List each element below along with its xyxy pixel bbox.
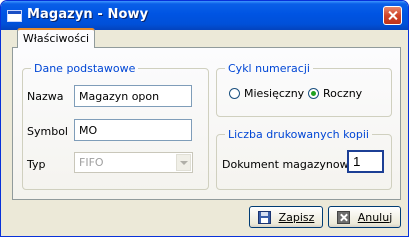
dialog-window: Magazyn - Nowy Właściwości Dane podstawo… [0, 0, 409, 237]
type-select[interactable]: FIFO [74, 152, 193, 173]
window-app-icon [7, 10, 22, 22]
tab-panel: Dane podstawowe Nazwa Symbol Typ FIFO Cy… [12, 47, 401, 200]
tab-label: Właściwości [22, 32, 90, 45]
title-bar[interactable]: Magazyn - Nowy [1, 1, 408, 30]
basic-data-legend: Dane podstawowe [34, 62, 136, 75]
document-copies-label: Dokument magazynowy [222, 158, 356, 171]
symbol-input[interactable] [74, 119, 192, 141]
radio-yearly-indicator[interactable] [308, 88, 319, 99]
radio-monthly-label: Miesięczny [244, 87, 305, 100]
cancel-button[interactable]: Anuluj [328, 206, 401, 228]
window-title: Magazyn - Nowy [27, 7, 149, 22]
tab-properties[interactable]: Właściwości [17, 28, 95, 48]
cancel-x-icon [336, 210, 350, 224]
close-button[interactable] [383, 6, 402, 25]
type-select-value: FIFO [79, 156, 104, 169]
name-label: Nazwa [27, 90, 64, 103]
radio-monthly[interactable]: Miesięczny [229, 87, 304, 100]
radio-yearly-label: Roczny [323, 87, 363, 100]
symbol-label: Symbol [27, 125, 68, 138]
name-input[interactable] [74, 85, 192, 107]
save-button[interactable]: Zapisz [249, 206, 323, 228]
radio-monthly-indicator[interactable] [229, 88, 240, 99]
document-copies-input[interactable] [347, 150, 384, 173]
chevron-down-icon[interactable] [176, 154, 191, 171]
print-copies-legend: Liczba drukowanych kopii [228, 128, 369, 141]
save-button-label: Zapisz [278, 210, 315, 224]
floppy-disk-icon [257, 210, 271, 224]
type-label: Typ [27, 158, 46, 171]
cancel-button-label: Anuluj [357, 210, 393, 224]
radio-yearly[interactable]: Roczny [308, 87, 362, 100]
numbering-cycle-legend: Cykl numeracji [228, 62, 310, 75]
